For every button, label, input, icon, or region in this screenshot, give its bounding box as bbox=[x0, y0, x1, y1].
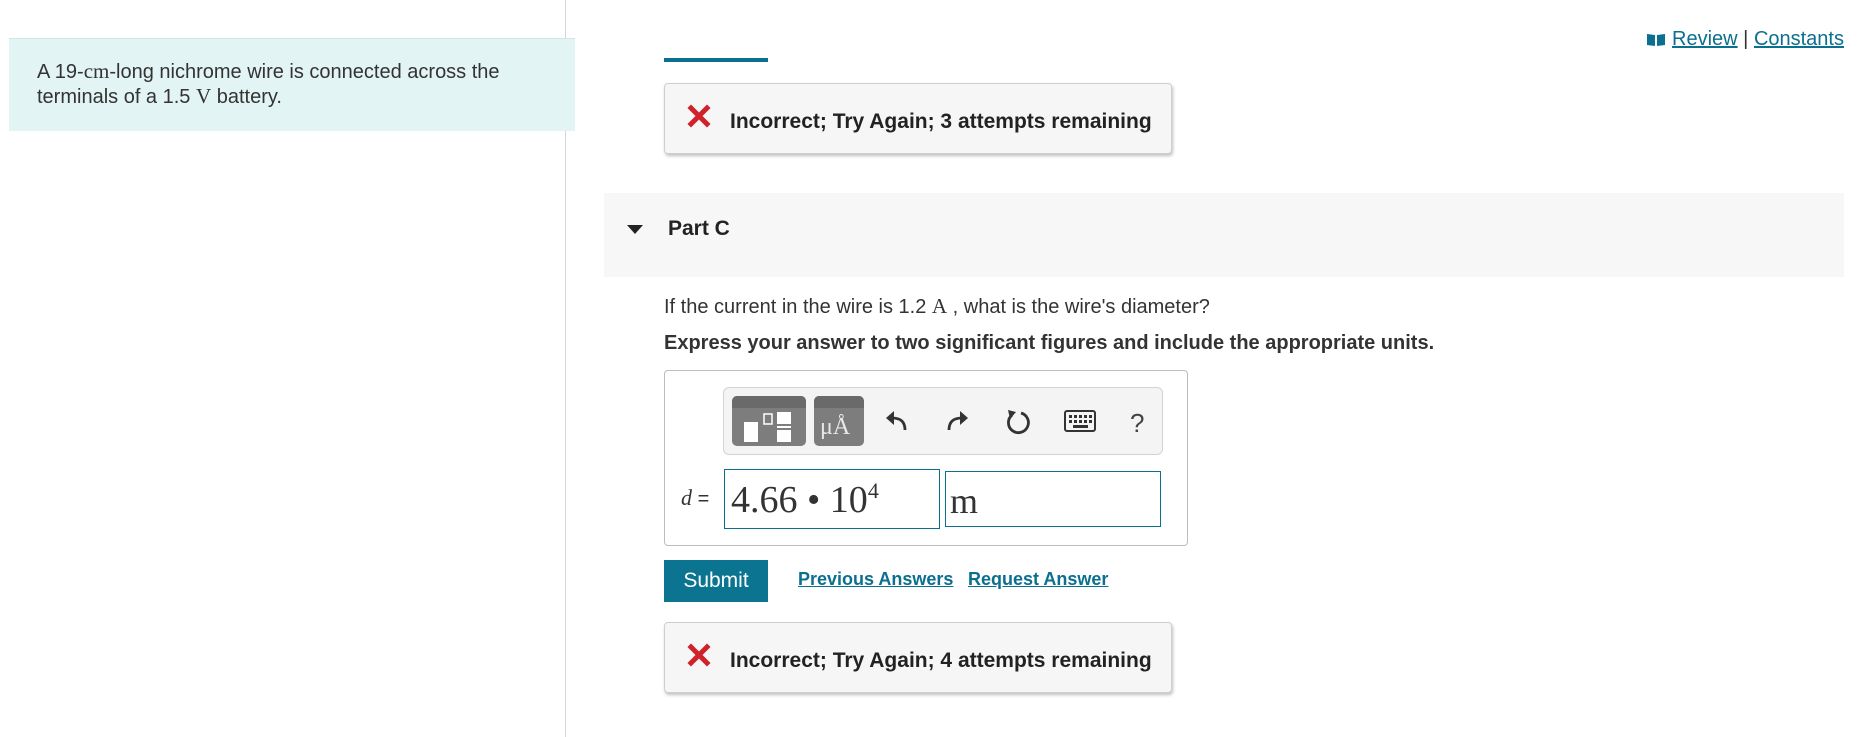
constants-link[interactable]: Constants bbox=[1754, 28, 1844, 50]
redo-icon[interactable] bbox=[944, 408, 970, 439]
undo-icon[interactable] bbox=[884, 408, 910, 439]
reset-icon[interactable] bbox=[1004, 408, 1032, 441]
keyboard-icon[interactable] bbox=[1064, 410, 1096, 437]
value-exponent: 4 bbox=[867, 478, 879, 503]
unit-value: m bbox=[950, 481, 979, 521]
help-icon[interactable]: ? bbox=[1130, 408, 1144, 439]
variable-label: d = bbox=[681, 485, 709, 511]
intro-text: battery. bbox=[216, 86, 282, 108]
unit-input[interactable]: m bbox=[945, 471, 1161, 527]
review-link[interactable]: Review bbox=[1672, 28, 1738, 50]
part-title: Part C bbox=[668, 217, 730, 240]
link-separator: | bbox=[1743, 28, 1749, 50]
active-tab-indicator bbox=[664, 58, 768, 62]
feedback-incorrect-bottom: Incorrect; Try Again; 4 attempts remaini… bbox=[664, 622, 1172, 693]
answer-box: μÅ ? d = 4.66 • 104 m bbox=[664, 370, 1188, 546]
part-c-header[interactable]: Part C bbox=[604, 193, 1844, 277]
question-text-part: If the current in the wire is 1.2 bbox=[664, 296, 927, 318]
units-glyph: μÅ bbox=[820, 414, 851, 440]
math-toolbar: μÅ ? bbox=[723, 387, 1163, 455]
top-links: Review | Constants bbox=[1646, 28, 1844, 53]
collapse-caret-icon[interactable] bbox=[626, 223, 644, 241]
question-text: If the current in the wire is 1.2 A , wh… bbox=[664, 294, 1210, 319]
length-unit: cm bbox=[83, 59, 110, 83]
answer-instruction: Express your answer to two significant f… bbox=[664, 332, 1435, 354]
units-button[interactable]: μÅ bbox=[814, 396, 864, 446]
feedback-message: Incorrect; Try Again; 4 attempts remaini… bbox=[730, 649, 1152, 672]
request-answer-link[interactable]: Request Answer bbox=[968, 569, 1108, 590]
equals-sign: = bbox=[697, 488, 710, 510]
problem-intro: A 19-cm-long nichrome wire is connected … bbox=[9, 38, 575, 131]
question-text-part: , what is the wire's diameter? bbox=[952, 296, 1210, 318]
intro-text: A 19- bbox=[37, 61, 84, 83]
value-mantissa: 4.66 • 10 bbox=[731, 479, 868, 521]
error-x-icon bbox=[687, 104, 711, 133]
left-pane: A 19-cm-long nichrome wire is connected … bbox=[0, 0, 575, 737]
book-icon bbox=[1646, 30, 1666, 53]
current-unit: A bbox=[931, 294, 948, 318]
feedback-incorrect-top: Incorrect; Try Again; 3 attempts remaini… bbox=[664, 83, 1172, 154]
error-x-icon bbox=[687, 643, 711, 672]
variable-symbol: d bbox=[681, 485, 692, 510]
previous-answers-link[interactable]: Previous Answers bbox=[798, 569, 953, 590]
templates-button[interactable] bbox=[732, 396, 806, 446]
voltage-unit: V bbox=[195, 84, 212, 108]
feedback-message: Incorrect; Try Again; 3 attempts remaini… bbox=[730, 110, 1152, 133]
submit-button[interactable]: Submit bbox=[664, 560, 768, 602]
value-input[interactable]: 4.66 • 104 bbox=[724, 469, 940, 529]
